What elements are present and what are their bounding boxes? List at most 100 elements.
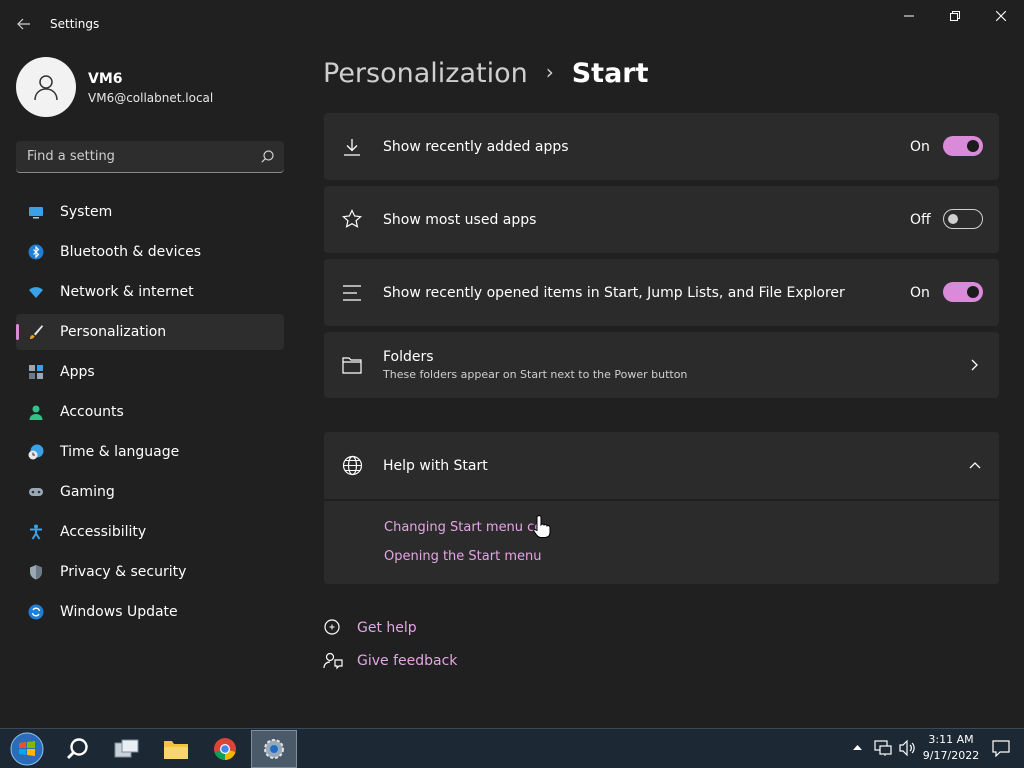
sidebar-item-label: Gaming	[60, 484, 115, 500]
start-button[interactable]	[4, 730, 50, 768]
person-icon	[34, 75, 58, 101]
sidebar-item-network[interactable]: Network & internet	[16, 274, 284, 310]
sidebar-nav: System Bluetooth & devices Network & int…	[16, 194, 284, 634]
accessibility-icon	[30, 524, 42, 540]
chevron-right-icon	[971, 359, 978, 371]
hand-cursor-icon	[533, 515, 551, 538]
setting-recently-added-apps: Show recently added apps On	[324, 113, 999, 180]
action-center-icon[interactable]	[992, 740, 1010, 757]
get-help-link[interactable]: Get help	[357, 620, 417, 636]
toggle-state: On	[910, 139, 930, 155]
chrome-button[interactable]	[202, 730, 248, 768]
task-view-button[interactable]	[104, 730, 150, 768]
gear-icon	[264, 739, 284, 759]
recently-added-toggle[interactable]	[943, 136, 983, 156]
setting-label: Show recently added apps	[383, 139, 569, 155]
give-feedback-link[interactable]: Give feedback	[357, 653, 457, 669]
sidebar-item-bluetooth[interactable]: Bluetooth & devices	[16, 234, 284, 270]
sidebar-item-apps[interactable]: Apps	[16, 354, 284, 390]
app-title: Settings	[50, 17, 100, 31]
show-hidden-icons-chevron-up-icon[interactable]	[853, 744, 862, 751]
sidebar-item-label: Windows Update	[60, 604, 178, 620]
sidebar-item-windows-update[interactable]: Windows Update	[16, 594, 284, 630]
file-explorer-button[interactable]	[153, 730, 199, 768]
chrome-icon	[214, 738, 236, 760]
sidebar-item-system[interactable]: System	[16, 194, 284, 230]
sidebar-item-label: Personalization	[60, 324, 167, 340]
sidebar-item-label: Bluetooth & devices	[60, 244, 202, 260]
sidebar-item-accounts[interactable]: Accounts	[16, 394, 284, 430]
most-used-toggle[interactable]	[943, 209, 983, 229]
taskbar-search-button[interactable]	[55, 730, 101, 768]
update-icon	[28, 604, 44, 620]
globe-clock-icon	[28, 444, 44, 460]
page-title: Start	[571, 58, 649, 89]
brush-icon	[30, 325, 43, 339]
shield-icon	[30, 565, 42, 580]
close-icon	[996, 11, 1006, 21]
toggle-state: On	[910, 285, 930, 301]
setting-description: These folders appear on Start next to th…	[383, 368, 688, 381]
help-link-changing-start-menu[interactable]: Changing Start menu co	[384, 520, 542, 535]
help-links-panel: Changing Start menu co Opening the Start…	[324, 501, 999, 584]
folder-icon	[164, 741, 188, 759]
toggle-state: Off	[910, 212, 931, 228]
user-profile[interactable]: VM6 VM6@collabnet.local	[16, 57, 286, 117]
setting-most-used-apps: Show most used apps Off	[324, 186, 999, 253]
restore-icon	[950, 11, 960, 21]
search-input[interactable]: Find a setting	[16, 141, 284, 173]
setting-folders[interactable]: Folders These folders appear on Start ne…	[324, 332, 999, 398]
clock[interactable]: 3:11 AM 9/17/2022	[918, 732, 984, 764]
sidebar-item-privacy[interactable]: Privacy & security	[16, 554, 284, 590]
wifi-icon	[29, 287, 43, 298]
close-button[interactable]	[978, 4, 1024, 28]
sidebar-item-label: System	[60, 204, 113, 220]
help-with-start-header[interactable]: Help with Start	[324, 432, 999, 499]
sidebar-item-label: Accounts	[60, 404, 124, 420]
setting-recently-opened-items: Show recently opened items in Start, Jum…	[324, 259, 999, 326]
sidebar-item-label: Privacy & security	[60, 564, 187, 580]
maximize-button[interactable]	[932, 4, 978, 28]
sidebar-item-time-language[interactable]: Time & language	[16, 434, 284, 470]
star-icon	[342, 209, 362, 228]
sidebar-item-accessibility[interactable]: Accessibility	[16, 514, 284, 550]
recently-opened-toggle[interactable]	[943, 282, 983, 302]
network-icon[interactable]	[874, 740, 892, 756]
back-arrow-icon	[17, 18, 30, 30]
sidebar-item-personalization[interactable]: Personalization	[16, 314, 284, 350]
bluetooth-icon	[28, 244, 44, 260]
title-bar: Settings	[0, 0, 1024, 48]
minimize-icon	[904, 15, 914, 17]
clock-time: 3:11 AM	[928, 733, 974, 746]
search-icon	[261, 150, 274, 163]
setting-label: Show most used apps	[383, 212, 537, 228]
sidebar-item-gaming[interactable]: Gaming	[16, 474, 284, 510]
chevron-up-icon	[969, 462, 981, 469]
breadcrumb-separator: ›	[545, 60, 554, 84]
clock-date: 9/17/2022	[922, 749, 980, 762]
setting-label: Show recently opened items in Start, Jum…	[383, 285, 845, 301]
get-help-icon	[324, 619, 340, 635]
sidebar-item-label: Network & internet	[60, 284, 194, 300]
list-icon	[343, 285, 361, 301]
profile-name: VM6	[88, 71, 123, 87]
profile-email: VM6@collabnet.local	[88, 91, 214, 105]
volume-icon[interactable]	[899, 740, 917, 756]
sidebar-item-label: Accessibility	[60, 524, 147, 540]
breadcrumb: Personalization › Start	[323, 58, 649, 89]
avatar	[16, 57, 76, 117]
globe-icon	[342, 455, 363, 476]
person-icon	[29, 405, 43, 420]
settings-taskbar-button[interactable]	[251, 730, 297, 768]
gamepad-icon	[29, 488, 43, 496]
windows-orb-icon	[10, 732, 44, 766]
sidebar-item-label: Apps	[60, 364, 95, 380]
back-button[interactable]	[12, 12, 36, 36]
minimize-button[interactable]	[886, 4, 932, 28]
breadcrumb-parent[interactable]: Personalization	[323, 58, 528, 89]
help-link-opening-start-menu[interactable]: Opening the Start menu	[384, 549, 541, 564]
folder-icon	[342, 357, 362, 374]
task-view-icon	[114, 739, 139, 758]
apps-icon	[29, 365, 43, 379]
setting-label: Folders	[383, 349, 434, 365]
